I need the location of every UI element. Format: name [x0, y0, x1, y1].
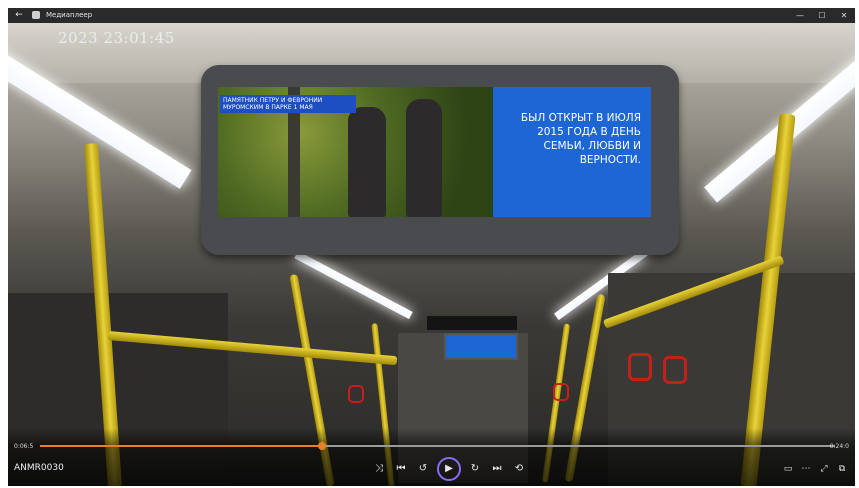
bus-info-display: Памятник Петру и Февронии Муромским в па… [201, 65, 679, 255]
led-route-sign [427, 316, 517, 330]
repeat-icon[interactable]: ⟲ [508, 458, 530, 480]
minimize-button[interactable]: — [789, 8, 811, 23]
elapsed-time: 0:06:5 [14, 443, 34, 450]
title-bar: ← Медиаплеер — ☐ ✕ [8, 8, 855, 23]
total-time: 0:24:0 [829, 443, 849, 450]
ceiling-light-center-left [294, 251, 413, 320]
strap-handle [553, 383, 569, 401]
next-icon[interactable]: ⏭ [486, 458, 508, 480]
monument-photo: Памятник Петру и Февронии Муромским в па… [218, 87, 493, 217]
cast-icon[interactable]: ▭ [779, 458, 797, 480]
strap-handle [628, 353, 652, 381]
close-button[interactable]: ✕ [833, 8, 855, 23]
media-filename: ANMR0030 [14, 463, 64, 473]
shuffle-icon[interactable]: ⤨ [368, 458, 390, 480]
maximize-button[interactable]: ☐ [811, 8, 833, 23]
rewind-icon[interactable]: ↺ [412, 458, 434, 480]
strap-handle [348, 385, 364, 403]
small-info-display [444, 333, 518, 360]
seek-progress [40, 445, 323, 447]
strap-handle [663, 356, 687, 384]
play-button[interactable]: ▶ [437, 457, 461, 481]
window-controls: — ☐ ✕ [789, 8, 855, 23]
statue-figure [348, 107, 386, 217]
window-title: Медиаплеер [46, 11, 93, 19]
fullscreen-icon[interactable]: ⤢ [815, 458, 833, 480]
display-screen: Памятник Петру и Февронии Муромским в па… [218, 87, 651, 217]
seek-bar[interactable] [40, 442, 835, 450]
miniplayer-icon[interactable]: ⧉ [833, 458, 851, 480]
playback-controls: ⤨ ⏮ ↺ ▶ ↻ ⏭ ⟲ [368, 456, 530, 482]
seek-thumb[interactable] [318, 442, 327, 450]
statue-figure [406, 99, 442, 217]
video-timestamp: 2023 23:01:45 [58, 29, 175, 47]
media-player-window: ← Медиаплеер — ☐ ✕ ПАМЯТНИК ПЕТРУ И ФЕВР… [8, 8, 855, 486]
video-frame[interactable]: Памятник Петру и Февронии Муромским в па… [8, 23, 855, 486]
back-button[interactable]: ← [12, 8, 26, 23]
forward-icon[interactable]: ↻ [464, 458, 486, 480]
previous-icon[interactable]: ⏮ [390, 458, 412, 480]
monument-caption: Памятник Петру и Февронии Муромским в па… [220, 95, 356, 113]
player-controls: 0:06:5 0:24:0 ANMR0030 ⤨ ⏮ ↺ ▶ ↻ ⏭ ⟲ ▭ ⋯… [8, 428, 855, 486]
more-icon[interactable]: ⋯ [797, 458, 815, 480]
media-player-app-icon [32, 11, 40, 19]
view-controls: ▭ ⋯ ⤢ ⧉ [779, 458, 851, 480]
announcement-text: Был открыт в июля 2015 года в день семьи… [520, 112, 641, 166]
announcement-panel: Был открыт в июля 2015 года в день семьи… [493, 87, 651, 217]
